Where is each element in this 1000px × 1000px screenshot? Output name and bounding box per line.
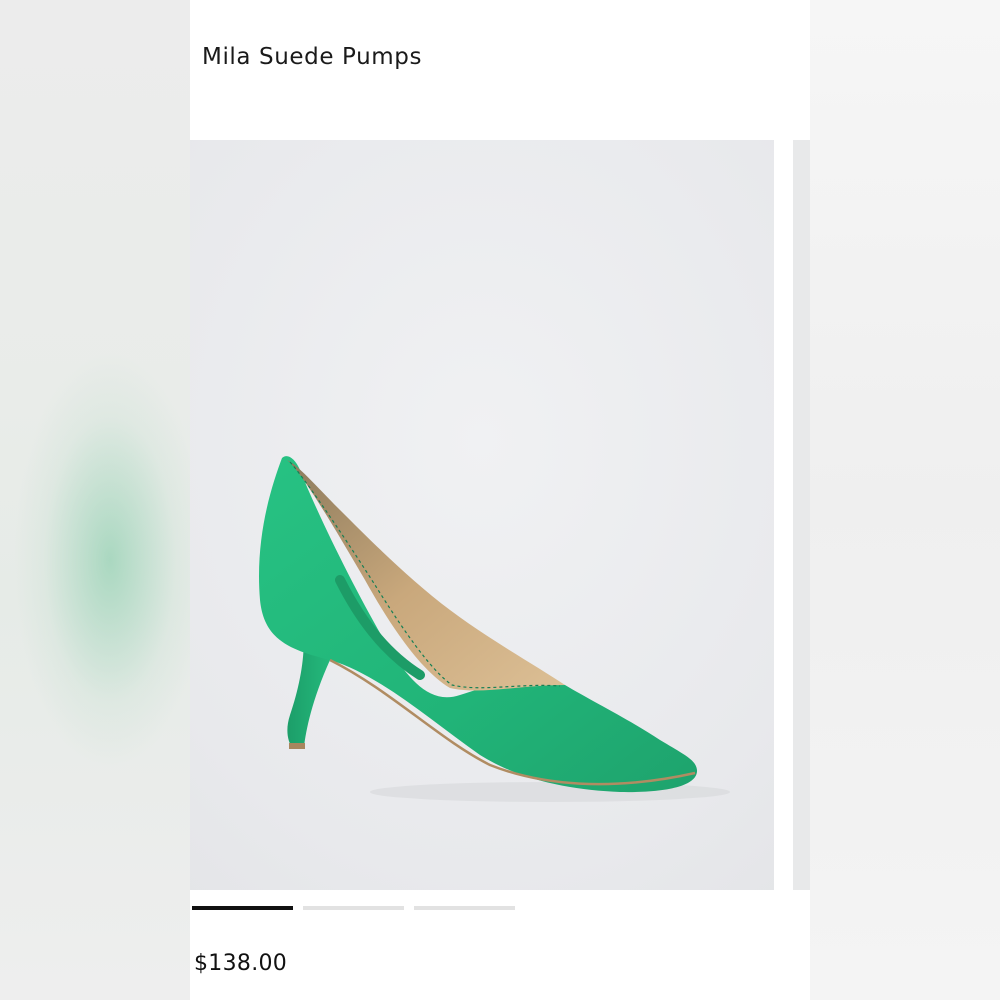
carousel-dot-2[interactable] (303, 906, 404, 910)
image-carousel[interactable] (190, 140, 810, 890)
carousel-dot-1[interactable] (192, 906, 293, 910)
carousel-indicators (192, 906, 522, 911)
blurred-background-right (810, 0, 1000, 1000)
blurred-background-left (0, 0, 190, 1000)
product-price: $138.00 (194, 951, 288, 976)
product-card: Mila Suede Pumps $138.00 (190, 0, 810, 1000)
carousel-dot-3[interactable] (414, 906, 515, 910)
green-suede-pump-image (259, 456, 730, 802)
product-image-slide[interactable] (190, 140, 774, 890)
product-title: Mila Suede Pumps (202, 44, 423, 70)
next-image-peek[interactable] (793, 140, 810, 890)
